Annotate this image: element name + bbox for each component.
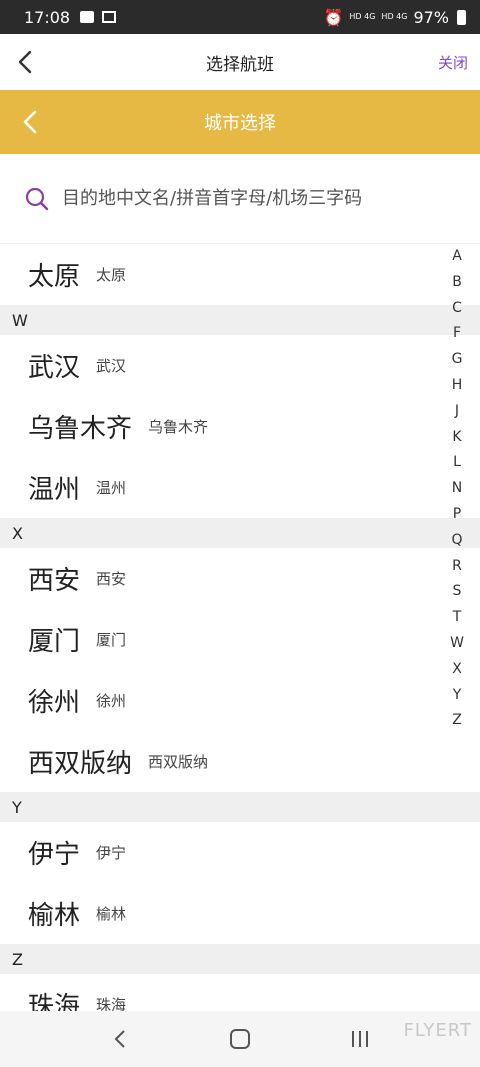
- city-subname: 乌鲁木齐: [148, 418, 209, 436]
- search-input[interactable]: [62, 188, 442, 209]
- city-row[interactable]: 西双版纳 西双版纳: [0, 731, 480, 792]
- city-select-title: 城市选择: [204, 113, 276, 134]
- index-letter[interactable]: C: [452, 296, 462, 322]
- city-row[interactable]: 太原 太原: [0, 244, 480, 305]
- index-letter[interactable]: J: [455, 399, 459, 425]
- city-list: 太原 太原 W 武汉 武汉 乌鲁木齐 乌鲁木齐 温州 温州 X 西安 西安 厦门 厦门 徐州 徐州 西双版纳 西双…: [0, 244, 480, 1011]
- index-letter[interactable]: N: [452, 476, 462, 502]
- index-letter[interactable]: W: [450, 631, 464, 657]
- city-subname: 伊宁: [96, 844, 127, 862]
- city-name: 榆林: [28, 901, 81, 931]
- index-letter[interactable]: F: [453, 321, 461, 347]
- status-bar: 17:08 ⏰ HD 4G HD 4G 97%: [0, 0, 480, 34]
- city-row[interactable]: 西安 西安: [0, 548, 480, 609]
- city-subname: 珠海: [96, 996, 127, 1011]
- index-letter[interactable]: T: [453, 605, 462, 631]
- city-row[interactable]: 乌鲁木齐 乌鲁木齐: [0, 396, 480, 457]
- city-row[interactable]: 徐州 徐州: [0, 670, 480, 731]
- nav-home-button[interactable]: [225, 1024, 255, 1054]
- section-header: W: [0, 305, 480, 335]
- city-subname: 西双版纳: [148, 753, 209, 771]
- home-icon: [230, 1029, 250, 1049]
- status-time: 17:08: [24, 7, 71, 27]
- alphabet-index: ABCFGHJKLNPQRSTWXYZ: [448, 244, 466, 734]
- index-letter[interactable]: S: [453, 579, 462, 605]
- index-letter[interactable]: X: [452, 657, 462, 683]
- back-icon[interactable]: [18, 108, 44, 136]
- battery-percent: 97%: [413, 7, 449, 27]
- city-subname: 武汉: [96, 357, 127, 375]
- image-icon: [102, 11, 117, 23]
- city-subname: 徐州: [96, 692, 127, 710]
- city-name: 西双版纳: [28, 749, 133, 779]
- city-name: 徐州: [28, 688, 81, 718]
- recents-icon: [352, 1031, 368, 1047]
- search-bar: [0, 154, 480, 244]
- close-button[interactable]: 关闭: [438, 52, 468, 73]
- city-subname: 温州: [96, 479, 127, 497]
- city-row[interactable]: 珠海 珠海: [0, 974, 480, 1011]
- index-letter[interactable]: K: [452, 425, 461, 451]
- city-name: 厦门: [28, 627, 81, 657]
- alarm-icon: ⏰: [323, 7, 344, 27]
- index-letter[interactable]: B: [452, 270, 462, 296]
- city-row[interactable]: 厦门 厦门: [0, 609, 480, 670]
- city-subname: 太原: [96, 266, 127, 284]
- city-name: 西安: [28, 566, 81, 596]
- index-letter[interactable]: A: [452, 244, 462, 270]
- index-letter[interactable]: G: [452, 347, 463, 373]
- city-name: 乌鲁木齐: [28, 414, 133, 444]
- city-name: 珠海: [28, 992, 81, 1011]
- message-icon: [80, 11, 95, 23]
- index-letter[interactable]: L: [453, 450, 461, 476]
- city-row[interactable]: 温州 温州: [0, 457, 480, 518]
- city-subname: 西安: [96, 570, 127, 588]
- network-label-2: HD 4G: [381, 12, 408, 21]
- city-subname: 厦门: [96, 631, 127, 649]
- section-header: Y: [0, 792, 480, 822]
- index-letter[interactable]: Q: [451, 528, 462, 554]
- city-select-bar: 城市选择: [0, 90, 480, 154]
- city-row[interactable]: 武汉 武汉: [0, 335, 480, 396]
- back-icon[interactable]: [12, 48, 40, 76]
- index-letter[interactable]: Y: [453, 683, 462, 709]
- city-subname: 榆林: [96, 905, 127, 923]
- index-letter[interactable]: H: [452, 373, 463, 399]
- battery-icon: [457, 9, 466, 25]
- status-right: ⏰ HD 4G HD 4G 97%: [323, 8, 466, 27]
- watermark-logo: FLYERT: [403, 1020, 472, 1041]
- city-row[interactable]: 伊宁 伊宁: [0, 822, 480, 883]
- search-icon: [25, 187, 49, 210]
- section-header: Z: [0, 944, 480, 974]
- section-header: X: [0, 518, 480, 548]
- index-letter[interactable]: Z: [452, 708, 462, 734]
- nav-recents-button[interactable]: [345, 1024, 375, 1054]
- index-letter[interactable]: P: [453, 502, 461, 528]
- city-name: 伊宁: [28, 840, 81, 870]
- city-name: 太原: [28, 262, 81, 292]
- nav-back-button[interactable]: [105, 1024, 135, 1054]
- city-name: 武汉: [28, 353, 81, 383]
- network-label: HD 4G: [349, 12, 376, 21]
- top-nav: 选择航班 关闭: [0, 34, 480, 90]
- page-title: 选择航班: [206, 54, 274, 75]
- chevron-left-icon: [114, 1030, 125, 1048]
- city-row[interactable]: 榆林 榆林: [0, 883, 480, 944]
- city-name: 温州: [28, 475, 81, 505]
- index-letter[interactable]: R: [452, 554, 462, 580]
